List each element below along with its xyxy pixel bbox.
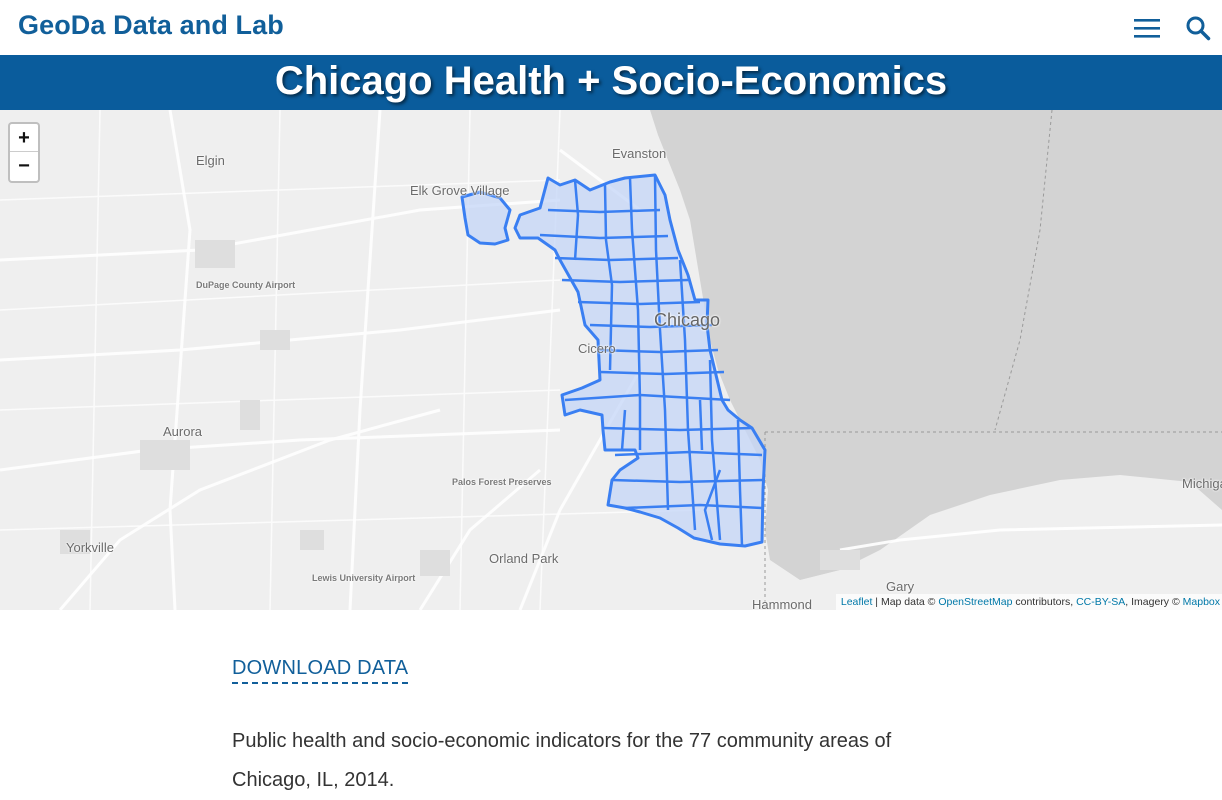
- map-container[interactable]: Elgin Evanston Elk Grove Village DuPage …: [0, 110, 1222, 610]
- place-label-chicago: Chicago: [654, 310, 721, 330]
- zoom-control: + −: [8, 122, 40, 183]
- place-label-orland: Orland Park: [489, 551, 559, 566]
- license-link[interactable]: CC-BY-SA: [1076, 596, 1125, 608]
- zoom-out-button[interactable]: −: [10, 152, 38, 180]
- page-title: Chicago Health + Socio-Economics: [274, 59, 948, 103]
- place-label-elgin: Elgin: [196, 153, 225, 168]
- attribution-text: contributors,: [1012, 596, 1077, 608]
- dataset-description: Public health and socio-economic indicat…: [232, 730, 892, 791]
- download-data-link[interactable]: DOWNLOAD DATA: [232, 657, 409, 684]
- site-header: GeoDa Data and Lab: [0, 0, 1222, 55]
- place-label-lewis: Lewis University Airport: [312, 573, 416, 583]
- place-label-dupage: DuPage County Airport: [196, 280, 296, 290]
- place-label-palos: Palos Forest Preserves: [452, 477, 552, 487]
- map-attribution: Leaflet | Map data © OpenStreetMap contr…: [835, 594, 1222, 610]
- site-title-link[interactable]: GeoDa Data and Lab: [18, 10, 284, 41]
- attribution-text: , Imagery ©: [1125, 596, 1183, 608]
- place-label-cicero: Cicero: [578, 341, 616, 356]
- place-label-michigan: Michiga: [1182, 476, 1222, 491]
- search-icon[interactable]: [1185, 15, 1211, 41]
- zoom-in-button[interactable]: +: [10, 124, 38, 152]
- place-label-gary: Gary: [886, 579, 915, 594]
- place-label-evanston: Evanston: [612, 146, 667, 161]
- place-label-aurora: Aurora: [163, 424, 203, 439]
- attribution-text: | Map data ©: [872, 596, 939, 608]
- place-label-elk-grove: Elk Grove Village: [410, 183, 510, 198]
- basemap: [0, 110, 1222, 610]
- ohare-area: [460, 190, 512, 246]
- place-label-hammond: Hammond: [752, 597, 812, 610]
- page-banner: Chicago Health + Socio-Economics: [0, 55, 1222, 110]
- mapbox-link[interactable]: Mapbox: [1183, 596, 1220, 608]
- openstreetmap-link[interactable]: OpenStreetMap: [938, 596, 1012, 608]
- leaflet-link[interactable]: Leaflet: [841, 596, 873, 608]
- hamburger-menu-icon[interactable]: [1133, 16, 1161, 40]
- place-label-yorkville: Yorkville: [66, 540, 114, 555]
